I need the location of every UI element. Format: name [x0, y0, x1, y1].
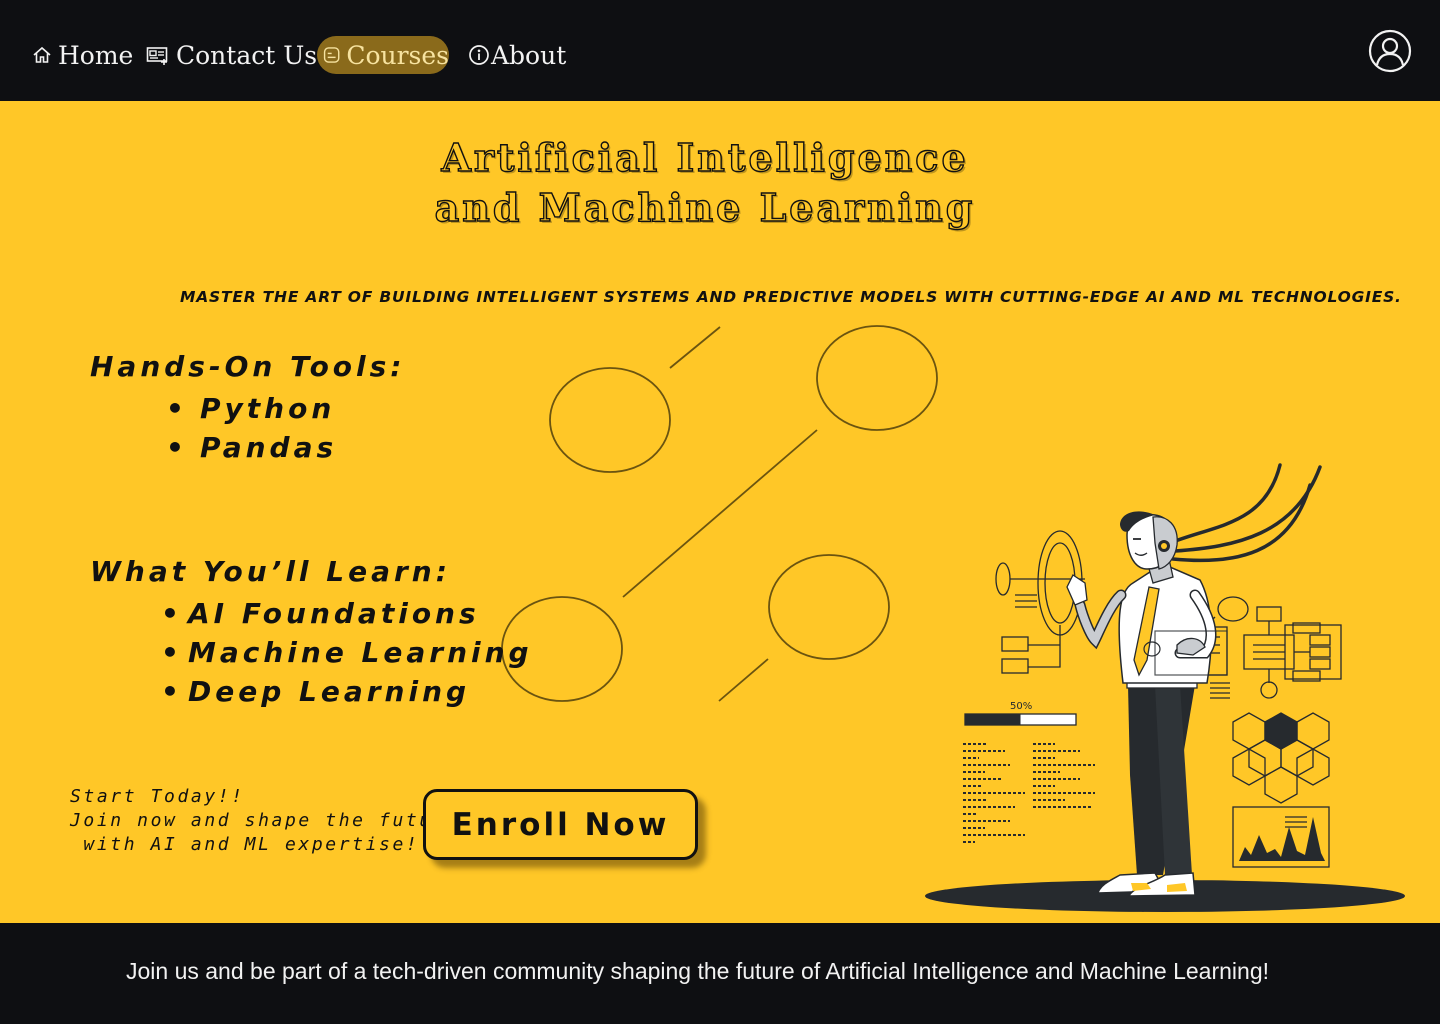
document-icon: [323, 47, 340, 63]
contact-card-icon: [146, 47, 168, 65]
tools-heading: Hands-On Tools:: [90, 350, 406, 383]
list-item: Deep Learning: [161, 672, 533, 711]
cta-line2: Join now and shape the future: [70, 810, 460, 831]
enroll-now-button[interactable]: Enroll Now: [423, 789, 698, 860]
nav-home-link[interactable]: Home: [32, 36, 133, 74]
user-icon: [1368, 29, 1412, 73]
profile-button[interactable]: [1368, 29, 1412, 73]
learn-list: AI Foundations Machine Learning Deep Lea…: [161, 594, 533, 711]
list-item: AI Foundations: [161, 594, 533, 633]
info-icon: [469, 45, 489, 65]
page-title: Artificial Intelligence and Machine Lear…: [380, 133, 1030, 233]
page-title-line2: and Machine Learning: [434, 184, 976, 230]
nav-about-label: About: [491, 40, 567, 70]
top-navbar: Home Contact Us Courses About: [0, 0, 1440, 101]
topic-ai-foundations: AI Foundations: [188, 597, 480, 630]
page-title-line1: Artificial Intelligence: [441, 134, 969, 180]
learn-heading: What You’ll Learn:: [90, 555, 451, 588]
list-item: Machine Learning: [161, 633, 533, 672]
progress-fill: [965, 714, 1021, 725]
home-icon: [33, 46, 51, 63]
tools-list: Python Pandas: [166, 389, 337, 467]
topic-deep-learning: Deep Learning: [188, 675, 471, 708]
footer-text: Join us and be part of a tech-driven com…: [126, 958, 1270, 984]
list-item: Pandas: [166, 428, 337, 467]
nav-courses-label: Courses: [346, 40, 449, 70]
tagline: MASTER THE ART OF BUILDING INTELLIGENT S…: [180, 288, 1402, 306]
cta-line3: with AI and ML expertise!: [70, 834, 420, 855]
tool-python: Python: [200, 392, 336, 425]
nav-contact-link[interactable]: Contact Us: [146, 36, 317, 74]
list-item: Python: [166, 389, 337, 428]
cta-text: Start Today!! Join now and shape the fut…: [70, 785, 460, 857]
topic-machine-learning: Machine Learning: [188, 636, 533, 669]
nav-contact-label: Contact Us: [176, 40, 318, 70]
progress-label: 50%: [1010, 701, 1032, 712]
tool-pandas: Pandas: [200, 431, 338, 464]
nav-home-label: Home: [58, 40, 134, 70]
robot-engineer-illustration: 50%: [925, 463, 1405, 912]
decorative-circles: [501, 325, 938, 702]
nav-courses-link[interactable]: Courses: [317, 36, 449, 74]
nav-about-link[interactable]: About: [468, 36, 566, 74]
cta-line1: Start Today!!: [70, 786, 245, 807]
